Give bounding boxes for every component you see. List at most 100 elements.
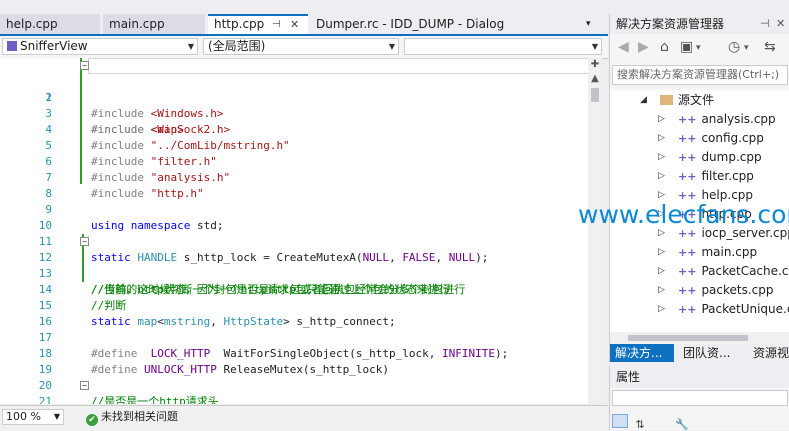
tab-http-cpp[interactable]: http.cpp ⊣ ✕	[208, 14, 308, 34]
cpp-file-icon: ++	[678, 151, 697, 164]
collapsed-arrow-icon[interactable]: ▷	[658, 243, 665, 262]
document-tab-bar: help.cpp main.cpp http.cpp ⊣ ✕ Dumper.rc…	[0, 14, 608, 34]
project-scope-combo[interactable]: SnifferView ▼	[2, 38, 198, 55]
collapsed-arrow-icon[interactable]: ▷	[658, 110, 665, 129]
editor-vertical-scrollbar[interactable]: ✚ ▲	[588, 58, 602, 404]
code-line: 14 //判断	[0, 266, 590, 312]
editor-status-bar: 100 % ▼ ✔ 未找到相关问题	[0, 405, 608, 431]
collapsed-arrow-icon[interactable]: ▷	[658, 300, 665, 319]
code-line: 13 //传输，这时候判断一个封包是否是http包只能通过上个包的状态来进行	[0, 250, 590, 296]
tab-list-dropdown-icon[interactable]: ▾	[582, 14, 602, 34]
project-scope-value: SnifferView	[20, 39, 88, 53]
cpp-file-icon: ++	[678, 303, 697, 316]
panel-tab-strip: 解决方... 团队资... 资源视	[610, 344, 789, 362]
issues-indicator[interactable]: ✔ 未找到相关问题	[86, 409, 178, 426]
close-icon[interactable]: ✕	[776, 14, 785, 34]
file-label: config.cpp	[701, 131, 764, 145]
properties-panel: 属性 ⇅ 🔧	[609, 366, 789, 431]
code-line: 18 #define UNLOCK_HTTP ReleaseMutex(s_ht…	[0, 330, 590, 376]
collapse-icon[interactable]: −	[80, 237, 89, 246]
tab-team-explorer[interactable]: 团队资...	[678, 344, 744, 362]
split-icon[interactable]: ✚	[588, 58, 602, 72]
cpp-file-icon: ++	[678, 170, 697, 183]
back-icon[interactable]: ◀	[618, 39, 629, 55]
chevron-down-icon: ▼	[388, 42, 395, 51]
sync-icon[interactable]: ⇆	[764, 39, 776, 55]
collapse-icon[interactable]: −	[80, 381, 89, 390]
tab-main-cpp[interactable]: main.cpp	[103, 14, 205, 34]
code-line: 17 #define LOCK_HTTP WaitForSingleObject…	[0, 314, 590, 360]
collapsed-arrow-icon[interactable]: ▷	[658, 148, 665, 167]
chevron-down-icon: ▼	[187, 42, 194, 51]
tab-solution-explorer[interactable]: 解决方...	[610, 344, 674, 362]
member-scope-combo[interactable]: (全局范围) ▼	[203, 38, 399, 55]
code-editor[interactable]: 1 − #include <WinSock2.h> 2 #include <Wi…	[0, 58, 590, 404]
file-row: ++ main.cpp	[678, 243, 757, 262]
pin-icon[interactable]: ⊣	[760, 14, 770, 34]
collapse-icon[interactable]: −	[80, 61, 89, 70]
navigation-bar: SnifferView ▼ (全局范围) ▼ ▼	[0, 36, 608, 59]
folder-icon	[660, 95, 673, 105]
tab-label: Dumper.rc - IDD_DUMP - Dialog	[316, 17, 505, 31]
issues-message: 未找到相关问题	[101, 410, 178, 423]
file-label: main.cpp	[701, 245, 758, 259]
member-scope-value: (全局范围)	[208, 39, 266, 53]
expanded-arrow-icon[interactable]: ◢	[640, 91, 647, 110]
home-icon[interactable]: ⌂	[660, 39, 669, 55]
watermark: www.elecfans.com	[578, 200, 789, 229]
zoom-combo[interactable]: 100 % ▼	[2, 409, 64, 425]
code-line: 12 − //当前的http状态，因为一个http请求包或者回执包经常会分多个封…	[0, 234, 590, 296]
solution-search-input[interactable]: 搜索解决方案资源管理器(Ctrl+;)	[612, 65, 788, 85]
code-line: 21 − BOOL IsDataHttpRequstHeader(IN cons…	[0, 378, 590, 404]
chevron-down-icon[interactable]: ▾	[744, 43, 749, 53]
chevron-down-icon: ▼	[591, 42, 598, 51]
tab-label: 解决方...	[615, 346, 663, 360]
forward-icon[interactable]: ▶	[638, 39, 649, 55]
collapsed-arrow-icon[interactable]: ▷	[658, 167, 665, 186]
tab-label: main.cpp	[109, 17, 165, 31]
solution-explorer-panel: 解决方案资源管理器 ⊣ ✕ ◀ ▶ ⌂ ▣ ▾ ◷ ▾ ⇆ 搜索解决方案资源管理…	[609, 14, 789, 362]
collapsed-arrow-icon[interactable]: ▷	[658, 129, 665, 148]
function-combo[interactable]: ▼	[404, 38, 602, 55]
code-line: 2 #include <Windows.h>	[0, 74, 590, 120]
file-row: ++ analysis.cpp	[678, 110, 776, 129]
property-pages-icon[interactable]: 🔧	[675, 418, 689, 431]
code-line: 1 − #include <WinSock2.h>	[0, 58, 590, 136]
tab-help-cpp[interactable]: help.cpp	[0, 14, 100, 34]
folder-row: 源文件	[660, 91, 714, 110]
tab-label: 资源视	[753, 346, 789, 360]
code-line: 20 //是否是一个http请求头	[0, 362, 590, 404]
code-line: 11 static HANDLE s_http_lock = CreateMut…	[0, 218, 590, 264]
solution-views-icon[interactable]: ▣	[680, 39, 693, 55]
tree-horizontal-scrollbar[interactable]	[610, 332, 789, 344]
code-line: 6 #include "analysis.h"	[0, 138, 590, 184]
tab-label: http.cpp	[214, 17, 265, 31]
scroll-up-icon[interactable]: ▲	[588, 72, 602, 86]
pending-changes-icon[interactable]: ◷	[728, 39, 740, 55]
solution-explorer-title-bar: 解决方案资源管理器 ⊣ ✕	[610, 14, 789, 34]
file-row: ++ packets.cpp	[678, 281, 774, 300]
pin-icon[interactable]: ⊣	[272, 16, 281, 33]
close-icon[interactable]: ✕	[290, 16, 299, 33]
file-row: ++ PacketUnique.cpp	[678, 300, 789, 319]
panel-title: 属性	[616, 370, 641, 384]
file-row: ++ config.cpp	[678, 129, 764, 148]
cpp-file-icon: ++	[678, 265, 697, 278]
tab-dumper-rc[interactable]: Dumper.rc - IDD_DUMP - Dialog	[310, 14, 530, 34]
scroll-thumb[interactable]	[628, 335, 748, 341]
categorized-icon[interactable]	[612, 414, 628, 428]
search-placeholder: 搜索解决方案资源管理器(Ctrl+;)	[617, 68, 780, 81]
tab-resource-view[interactable]: 资源视	[748, 344, 789, 362]
zoom-value: 100 %	[6, 410, 41, 423]
alphabetical-icon[interactable]: ⇅	[636, 418, 650, 431]
scroll-thumb[interactable]	[591, 88, 599, 102]
file-row: ++ dump.cpp	[678, 148, 762, 167]
code-line: 15 static map<mstring, HttpState> s_http…	[0, 282, 590, 328]
collapsed-arrow-icon[interactable]: ▷	[658, 262, 665, 281]
chevron-down-icon[interactable]: ▾	[696, 43, 701, 53]
properties-object-combo[interactable]	[612, 390, 788, 406]
collapsed-arrow-icon[interactable]: ▷	[658, 281, 665, 300]
cpp-file-icon: ++	[678, 132, 697, 145]
code-line: 16	[0, 298, 590, 328]
code-line: 9 using namespace std;	[0, 186, 590, 232]
